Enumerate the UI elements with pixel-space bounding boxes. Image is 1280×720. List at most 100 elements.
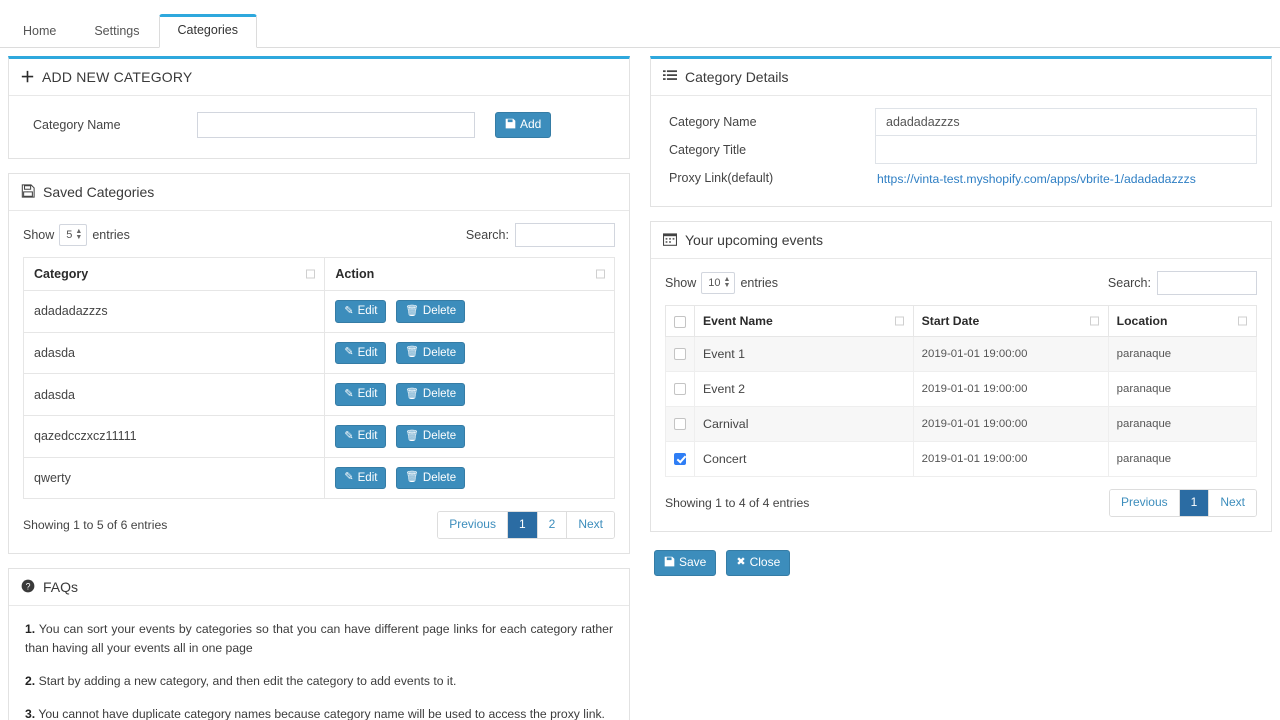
row-checkbox[interactable] [674, 452, 686, 465]
detail-field-proxy-link: https://vinta-test.myshopify.com/apps/vb… [875, 171, 1257, 186]
category-title-detail-input[interactable] [875, 136, 1257, 164]
edit-button-label: Edit [357, 346, 378, 359]
events-search-input[interactable] [1157, 271, 1257, 295]
proxy-link[interactable]: https://vinta-test.myshopify.com/apps/vb… [875, 172, 1196, 186]
times-icon: ✖ [736, 556, 746, 569]
column-header-event-name[interactable]: Event Name [694, 305, 914, 337]
edit-button-label: Edit [357, 388, 378, 401]
faqs-header: ? FAQs [9, 569, 629, 606]
edit-button[interactable]: ✎ Edit [335, 383, 387, 406]
saved-categories-tbody: adadadazzzs ✎ Edit 🗑 Delete adasda ✎ Edi… [22, 290, 615, 500]
tab-home[interactable]: Home [4, 15, 75, 49]
table-row: Concert 2019-01-01 19:00:00 paranaque [665, 441, 1258, 477]
events-info: Showing 1 to 4 of 4 entries [665, 495, 810, 510]
row-checkbox[interactable] [674, 347, 686, 360]
category-details-body: Category Name Category Title Proxy Link(… [651, 96, 1271, 206]
tab-categories[interactable]: Categories [158, 13, 257, 48]
delete-button-label: Delete [422, 429, 457, 442]
row-select-cell[interactable] [665, 441, 695, 477]
detail-field-category-title [875, 136, 1257, 164]
column-header-action[interactable]: Action [324, 257, 615, 291]
upcoming-events-title: Your upcoming events [685, 232, 824, 248]
cell-location: paranaque [1107, 441, 1258, 477]
events-table-footer: Showing 1 to 4 of 4 entries Previous 1 N… [665, 489, 1257, 517]
pencil-square-icon: ✎ [344, 471, 354, 484]
delete-button[interactable]: 🗑 Delete [395, 466, 466, 490]
cell-action: ✎ Edit 🗑 Delete [324, 456, 615, 500]
category-name-detail-input[interactable] [875, 108, 1257, 136]
row-select-cell[interactable] [665, 406, 695, 442]
entries-per-page-select[interactable]: 5 ▲ ▼ [59, 224, 88, 246]
trash-icon: 🗑 [404, 304, 419, 317]
pagination-page-2[interactable]: 2 [537, 512, 568, 538]
pagination-previous[interactable]: Previous [438, 512, 508, 538]
events-pagination-next[interactable]: Next [1209, 490, 1256, 516]
cell-start-date: 2019-01-01 19:00:00 [912, 336, 1109, 372]
cell-category: adasda [22, 373, 326, 416]
details-action-bar: Save ✖ Close [650, 546, 1272, 576]
events-pagination-page-1[interactable]: 1 [1179, 490, 1210, 516]
row-checkbox[interactable] [674, 382, 686, 395]
category-details-panel: Category Details Category Name Category … [650, 56, 1272, 207]
edit-button[interactable]: ✎ Edit [335, 300, 387, 323]
pencil-square-icon: ✎ [344, 429, 354, 442]
cell-action: ✎ Edit 🗑 Delete [324, 290, 615, 333]
add-new-category-header: ADD NEW CATEGORY [9, 59, 629, 96]
detail-row-category-name: Category Name [665, 108, 1257, 136]
row-select-cell[interactable] [665, 336, 695, 372]
cell-category: qazedcczxcz11111 [22, 414, 326, 458]
faq-item: 2. Start by adding a new category, and t… [25, 672, 613, 691]
entries-per-page-value: 5 [66, 229, 73, 241]
edit-button[interactable]: ✎ Edit [335, 424, 387, 448]
add-button[interactable]: Add [495, 112, 552, 138]
edit-button[interactable]: ✎ Edit [335, 341, 387, 365]
search-input[interactable] [515, 223, 615, 247]
save-button[interactable]: Save [654, 549, 717, 576]
events-pagination-previous[interactable]: Previous [1109, 490, 1180, 516]
svg-text:?: ? [26, 581, 31, 591]
delete-button[interactable]: 🗑 Delete [395, 383, 466, 406]
table-header-row: Category Action [22, 257, 615, 291]
faq-text: You can sort your events by categories s… [25, 621, 613, 655]
pagination-page-1[interactable]: 1 [507, 512, 538, 538]
show-label: Show [23, 228, 55, 242]
trash-icon: 🗑 [404, 388, 419, 401]
edit-button-label: Edit [357, 429, 378, 442]
pagination-next[interactable]: Next [567, 512, 614, 538]
tab-settings[interactable]: Settings [75, 15, 158, 49]
detail-field-category-name [875, 108, 1257, 136]
faq-number: 1. [25, 621, 36, 636]
column-header-category[interactable]: Category [22, 257, 326, 291]
row-checkbox[interactable] [674, 417, 686, 430]
edit-button[interactable]: ✎ Edit [335, 466, 387, 490]
close-button[interactable]: ✖ Close [726, 549, 791, 576]
cell-category: adasda [22, 331, 326, 375]
delete-button[interactable]: 🗑 Delete [395, 300, 466, 323]
sort-indicator-icon [306, 269, 316, 279]
saved-categories-table-footer: Showing 1 to 5 of 6 entries Previous 1 2… [23, 511, 615, 539]
sort-indicator-icon [894, 316, 904, 326]
sort-indicator-icon [596, 269, 605, 279]
category-name-input[interactable] [197, 112, 475, 138]
delete-button[interactable]: 🗑 Delete [395, 341, 466, 365]
events-entries-per-page-select[interactable]: 10 ▲ ▼ [701, 272, 736, 294]
sort-indicator-icon [1238, 316, 1247, 326]
upcoming-events-body: Show 10 ▲ ▼ entries Search: Event Name S… [651, 259, 1271, 531]
delete-button-label: Delete [422, 305, 457, 317]
row-select-cell[interactable] [665, 371, 695, 407]
trash-icon: 🗑 [404, 471, 419, 484]
events-thead: Event Name Start Date Location [665, 305, 1258, 337]
add-new-category-title: ADD NEW CATEGORY [42, 69, 193, 85]
table-row: Event 1 2019-01-01 19:00:00 paranaque [665, 336, 1258, 372]
column-header-location-label: Location [1116, 314, 1168, 328]
faq-text: You cannot have duplicate category names… [38, 706, 605, 720]
delete-button[interactable]: 🗑 Delete [395, 424, 466, 448]
entries-label: entries [92, 228, 130, 242]
faq-text: Start by adding a new category, and then… [38, 673, 457, 688]
trash-icon: 🗑 [404, 346, 419, 359]
select-all-checkbox[interactable] [674, 315, 686, 328]
main-tabbar: Home Settings Categories [0, 0, 1280, 48]
column-header-start-date[interactable]: Start Date [912, 305, 1109, 337]
column-header-location[interactable]: Location [1107, 305, 1258, 337]
events-select-all-header[interactable] [665, 305, 695, 337]
